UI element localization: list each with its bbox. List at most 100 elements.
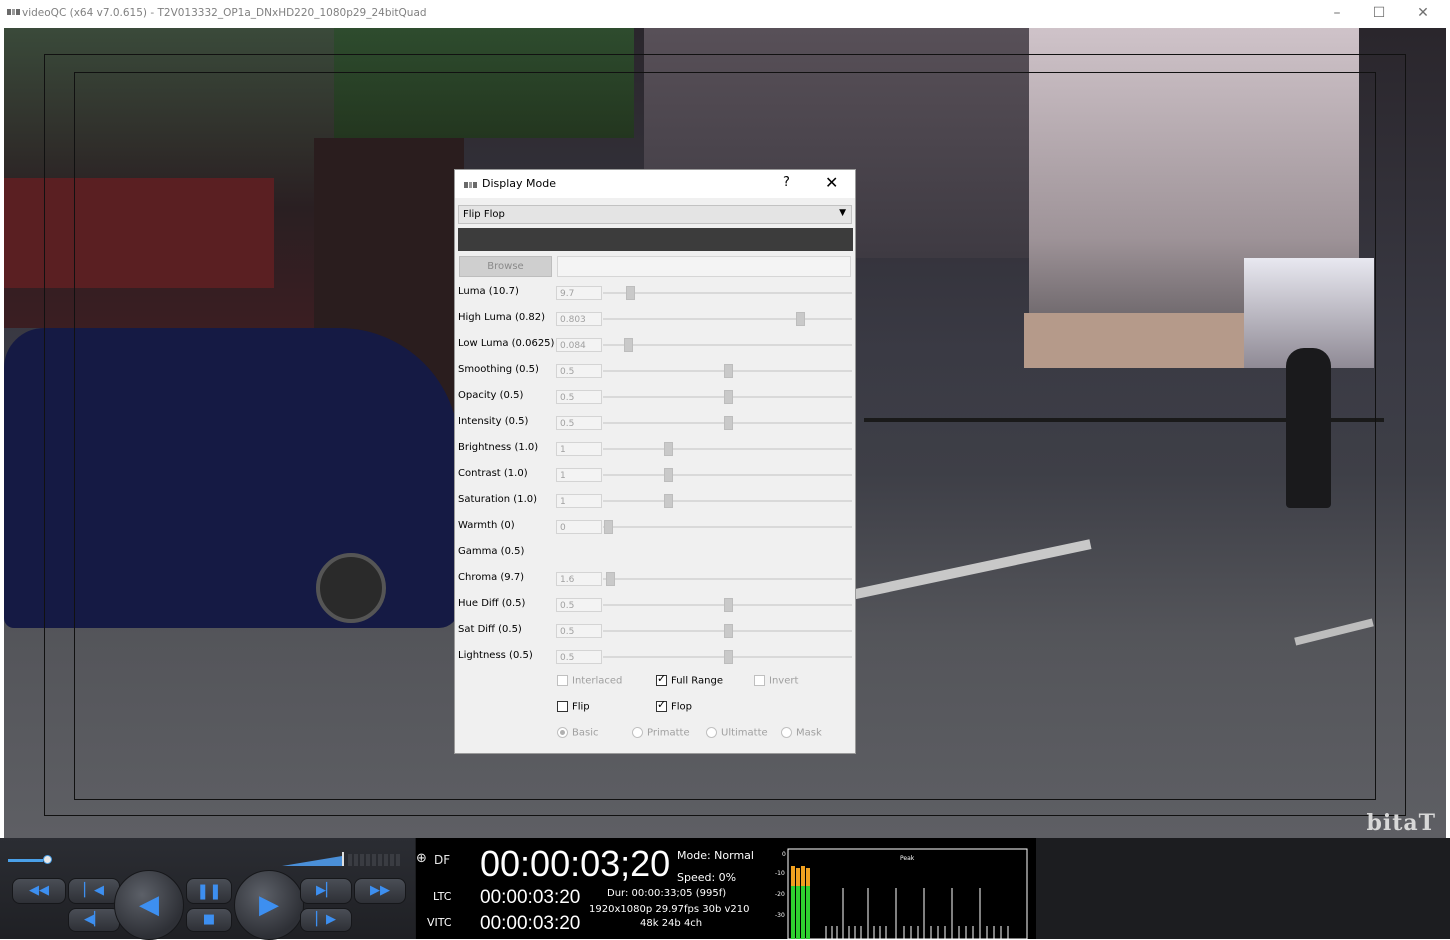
param-value-field[interactable]: 0.5	[556, 650, 602, 664]
param-slider-track[interactable]	[603, 318, 852, 320]
prev-frame-button[interactable]: ▏◀	[68, 878, 120, 904]
radio-mask-indicator	[781, 727, 792, 738]
param-value-field[interactable]: 1	[556, 494, 602, 508]
radio-primatte[interactable]: Primatte	[632, 727, 690, 739]
param-row: Luma (10.7) 9.7	[455, 283, 855, 303]
taxi	[4, 328, 459, 628]
param-value-field[interactable]: 0.5	[556, 416, 602, 430]
param-value-field[interactable]: 0.5	[556, 624, 602, 638]
param-slider-handle[interactable]	[724, 364, 733, 378]
param-value-field[interactable]: 1	[556, 442, 602, 456]
vitc-timecode: 00:00:03:20	[480, 913, 581, 934]
param-value-field[interactable]: 0.803	[556, 312, 602, 326]
maximize-button[interactable]: ☐	[1362, 3, 1396, 23]
param-slider-handle[interactable]	[724, 416, 733, 430]
param-value-field[interactable]: 0.5	[556, 598, 602, 612]
play-reverse-button[interactable]: ◀	[114, 870, 184, 940]
pause-button[interactable]: ❚❚	[186, 878, 232, 904]
param-slider-handle[interactable]	[796, 312, 805, 326]
drop-frame-label: DF	[434, 853, 451, 867]
flip-checkbox[interactable]: Flip	[557, 701, 590, 713]
param-row: Warmth (0) 0	[455, 517, 855, 537]
param-value-field[interactable]: 1	[556, 468, 602, 482]
param-slider-handle[interactable]	[724, 650, 733, 664]
radio-basic[interactable]: Basic	[557, 727, 598, 739]
skip-forward-icon: ▶▏	[316, 883, 336, 898]
step-forward-button[interactable]: ▏▶	[300, 908, 352, 932]
param-label: Smoothing (0.5)	[458, 364, 539, 375]
param-value-field[interactable]: 1.6	[556, 572, 602, 586]
flop-checkbox-box: ✓	[656, 698, 667, 712]
param-slider-track[interactable]	[603, 344, 852, 346]
param-value-field[interactable]: 0	[556, 520, 602, 534]
chevron-down-icon: ▼	[839, 208, 846, 218]
invert-label: Invert	[769, 675, 799, 687]
drop-frame-icon[interactable]: ⊕	[416, 851, 427, 866]
skip-back-icon: ▏◀	[84, 883, 104, 898]
param-slider-handle[interactable]	[604, 520, 613, 534]
file-path-field[interactable]	[557, 256, 851, 277]
param-slider-handle[interactable]	[664, 494, 673, 508]
minimize-button[interactable]: –	[1320, 3, 1354, 23]
radio-mask[interactable]: Mask	[781, 727, 822, 739]
browse-button[interactable]: Browse	[459, 256, 552, 277]
step-back-button[interactable]: ◀▏	[68, 908, 120, 932]
flop-label: Flop	[671, 701, 692, 713]
param-slider-track[interactable]	[603, 578, 852, 580]
param-slider-handle[interactable]	[664, 468, 673, 482]
position-slider-fill[interactable]	[8, 859, 43, 862]
param-row: Saturation (1.0) 1	[455, 491, 855, 511]
format-info: 1920x1080p 29.97fps 30b v210	[589, 904, 750, 915]
param-slider-track[interactable]	[603, 526, 852, 528]
flip-checkbox-box	[557, 701, 568, 712]
level-bar-peak	[796, 868, 800, 886]
help-button[interactable]: ?	[783, 175, 790, 190]
param-row: Chroma (9.7) 1.6	[455, 569, 855, 589]
param-slider-track[interactable]	[603, 448, 852, 450]
param-slider-handle[interactable]	[724, 624, 733, 638]
volume-slider[interactable]	[282, 850, 404, 868]
ltc-timecode: 00:00:03:20	[480, 887, 581, 908]
param-slider-track[interactable]	[603, 500, 852, 502]
mode-select[interactable]: Flip Flop ▼	[458, 205, 852, 224]
full-range-label: Full Range	[671, 675, 723, 687]
close-dialog-button[interactable]: ✕	[825, 173, 838, 192]
full-range-checkbox[interactable]: ✓ Full Range	[656, 673, 723, 687]
param-slider-track[interactable]	[603, 474, 852, 476]
invert-checkbox[interactable]: Invert	[754, 675, 798, 687]
param-value-field[interactable]: 0.5	[556, 364, 602, 378]
fast-forward-button[interactable]: ▶▶	[354, 878, 406, 904]
param-label: Brightness (1.0)	[458, 442, 539, 453]
position-slider-handle[interactable]	[43, 855, 52, 864]
param-value-field[interactable]: 0.084	[556, 338, 602, 352]
close-window-button[interactable]: ✕	[1406, 3, 1440, 23]
param-slider-handle[interactable]	[624, 338, 633, 352]
next-frame-button[interactable]: ▶▏	[300, 878, 352, 904]
flip-label: Flip	[572, 701, 590, 713]
meter-scale-label: -30	[775, 912, 785, 919]
param-label: Sat Diff (0.5)	[458, 624, 522, 635]
check-icon: ✓	[657, 698, 667, 711]
param-row: Opacity (0.5) 0.5	[455, 387, 855, 407]
param-row: Intensity (0.5) 0.5	[455, 413, 855, 433]
radio-basic-label: Basic	[572, 727, 599, 739]
param-slider-track[interactable]	[603, 292, 852, 294]
param-slider-handle[interactable]	[724, 390, 733, 404]
mode-status: Mode: Normal	[677, 849, 754, 862]
param-value-field[interactable]: 9.7	[556, 286, 602, 300]
play-button[interactable]: ▶	[234, 870, 304, 940]
radio-ultimatte[interactable]: Ultimatte	[706, 727, 768, 739]
level-bar-peak	[801, 866, 805, 886]
param-slider-handle[interactable]	[606, 572, 615, 586]
flop-checkbox[interactable]: ✓ Flop	[656, 698, 692, 713]
param-slider-handle[interactable]	[724, 598, 733, 612]
rewind-button[interactable]: ◀◀	[12, 878, 66, 904]
stop-button[interactable]: ■	[186, 908, 232, 932]
param-row: High Luma (0.82) 0.803	[455, 309, 855, 329]
param-value-field[interactable]: 0.5	[556, 390, 602, 404]
app-logo-icon	[464, 182, 477, 188]
param-slider-handle[interactable]	[626, 286, 635, 300]
interlaced-checkbox[interactable]: Interlaced	[557, 675, 622, 687]
param-slider-handle[interactable]	[664, 442, 673, 456]
play-reverse-icon: ◀	[139, 890, 159, 920]
